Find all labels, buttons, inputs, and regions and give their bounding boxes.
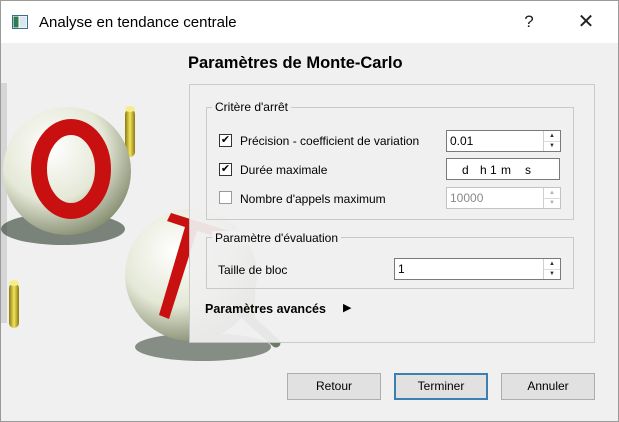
- precision-input[interactable]: [450, 133, 540, 149]
- block-size-label: Taille de bloc: [218, 263, 288, 277]
- expand-arrow-icon[interactable]: ▶: [343, 301, 351, 314]
- close-button[interactable]: ✕: [568, 6, 604, 38]
- precision-spinbox[interactable]: ▲ ▼: [446, 130, 561, 152]
- block-size-spin-buttons: ▲ ▼: [543, 259, 560, 279]
- max-calls-spinbox[interactable]: ▲ ▼: [446, 187, 561, 209]
- monte-carlo-dialog: Analyse en tendance centrale ? ✕ Paramèt…: [0, 0, 619, 422]
- block-size-input[interactable]: [398, 261, 488, 277]
- duration-days-unit: d: [462, 163, 469, 177]
- precision-label: Précision - coefficient de variation: [240, 134, 420, 148]
- max-calls-spin-buttons: ▲ ▼: [543, 188, 560, 208]
- max-duration-checkbox[interactable]: ✔: [219, 163, 232, 176]
- max-calls-checkbox[interactable]: [219, 191, 232, 204]
- evaluation-legend: Paramètre d'évaluation: [212, 231, 342, 245]
- max-calls-label: Nombre d'appels maximum: [240, 192, 386, 206]
- finish-button[interactable]: Terminer: [394, 373, 488, 400]
- max-duration-label: Durée maximale: [240, 163, 328, 177]
- precision-spin-buttons: ▲ ▼: [543, 131, 560, 151]
- page-title: Paramètres de Monte-Carlo: [188, 54, 403, 72]
- duration-hours-unit: h: [480, 163, 487, 177]
- checkmark-icon: ✔: [220, 163, 231, 175]
- block-size-decrement-button[interactable]: ▼: [544, 269, 560, 279]
- title-bar: Analyse en tendance centrale ? ✕: [1, 1, 618, 43]
- max-duration-input[interactable]: d h 1 m s: [446, 158, 560, 180]
- window-title: Analyse en tendance centrale: [39, 14, 237, 31]
- max-calls-decrement-button[interactable]: ▼: [544, 198, 560, 208]
- help-button[interactable]: ?: [513, 6, 545, 38]
- duration-minutes-value: 1: [490, 163, 497, 177]
- cancel-button[interactable]: Annuler: [501, 373, 595, 400]
- app-window-icon: [12, 15, 28, 29]
- checkmark-icon: ✔: [220, 134, 231, 146]
- max-calls-input[interactable]: [450, 190, 540, 206]
- duration-minutes-unit: m: [501, 163, 511, 177]
- precision-checkbox[interactable]: ✔: [219, 134, 232, 147]
- stop-criteria-legend: Critère d'arrêt: [212, 100, 291, 114]
- duration-seconds-unit: s: [525, 163, 531, 177]
- back-button[interactable]: Retour: [287, 373, 381, 400]
- advanced-parameters-toggle[interactable]: Paramètres avancés: [205, 302, 326, 316]
- precision-decrement-button[interactable]: ▼: [544, 141, 560, 151]
- block-size-spinbox[interactable]: ▲ ▼: [394, 258, 561, 280]
